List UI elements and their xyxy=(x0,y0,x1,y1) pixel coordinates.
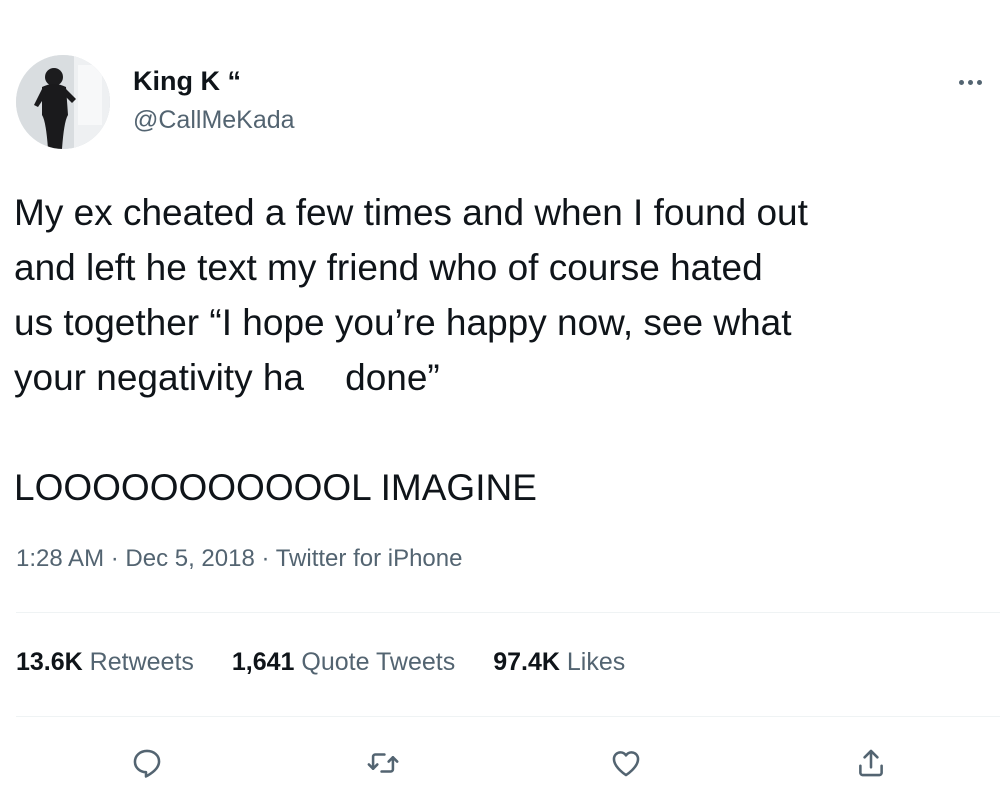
retweets-label: Retweets xyxy=(89,648,194,676)
tweet-text-line: My ex cheated a few times and when I fou… xyxy=(14,192,808,233)
avatar[interactable] xyxy=(16,55,110,149)
tweet-text-line: your negativity ha done” xyxy=(14,357,440,398)
share-button[interactable] xyxy=(848,740,894,786)
tweet-stats: 13.6K Retweets 1,641 Quote Tweets 97.4K … xyxy=(16,648,625,677)
heart-icon xyxy=(612,751,640,777)
user-handle[interactable]: @CallMeKada xyxy=(133,106,295,135)
display-name[interactable]: King K “ xyxy=(133,66,241,97)
tweet-meta: 1:28 AM · Dec 5, 2018 · Twitter for iPho… xyxy=(16,545,462,573)
share-icon xyxy=(859,749,883,777)
tweet-text: My ex cheated a few times and when I fou… xyxy=(14,185,994,515)
retweet-button[interactable] xyxy=(360,740,406,786)
reply-icon xyxy=(133,749,161,778)
more-dot xyxy=(976,79,982,85)
tweet-text-line: us together “I hope you’re happy now, se… xyxy=(14,302,792,343)
likes-count: 97.4K xyxy=(493,648,560,676)
divider xyxy=(16,716,1000,717)
more-dot xyxy=(958,79,964,85)
tweet-source[interactable]: Twitter for iPhone xyxy=(276,545,463,572)
tweet-text-line: and left he text my friend who of course… xyxy=(14,247,763,288)
meta-separator: · xyxy=(104,545,126,572)
likes-stat[interactable]: 97.4K Likes xyxy=(493,648,625,677)
tweet-date[interactable]: Dec 5, 2018 xyxy=(125,545,254,572)
quote-tweets-stat[interactable]: 1,641 Quote Tweets xyxy=(232,648,455,677)
avatar-image xyxy=(16,55,110,149)
action-bar xyxy=(0,740,1000,790)
likes-label: Likes xyxy=(566,648,626,676)
tweet-time[interactable]: 1:28 AM xyxy=(16,545,104,572)
meta-separator: · xyxy=(254,545,276,572)
reply-button[interactable] xyxy=(124,740,170,786)
divider xyxy=(16,612,1000,613)
quote-tweets-label: Quote Tweets xyxy=(301,648,456,676)
tweet-card: King K “ @CallMeKada My ex cheated a few… xyxy=(0,0,1000,800)
quote-tweets-count: 1,641 xyxy=(231,648,295,676)
more-icon[interactable] xyxy=(950,70,990,94)
like-button[interactable] xyxy=(603,740,649,786)
retweets-stat[interactable]: 13.6K Retweets xyxy=(16,648,194,677)
retweet-icon xyxy=(367,753,399,773)
more-dot xyxy=(967,79,973,85)
retweets-count: 13.6K xyxy=(16,648,83,676)
tweet-text-line: LOOOOOOOOOOOL IMAGINE xyxy=(14,467,537,508)
